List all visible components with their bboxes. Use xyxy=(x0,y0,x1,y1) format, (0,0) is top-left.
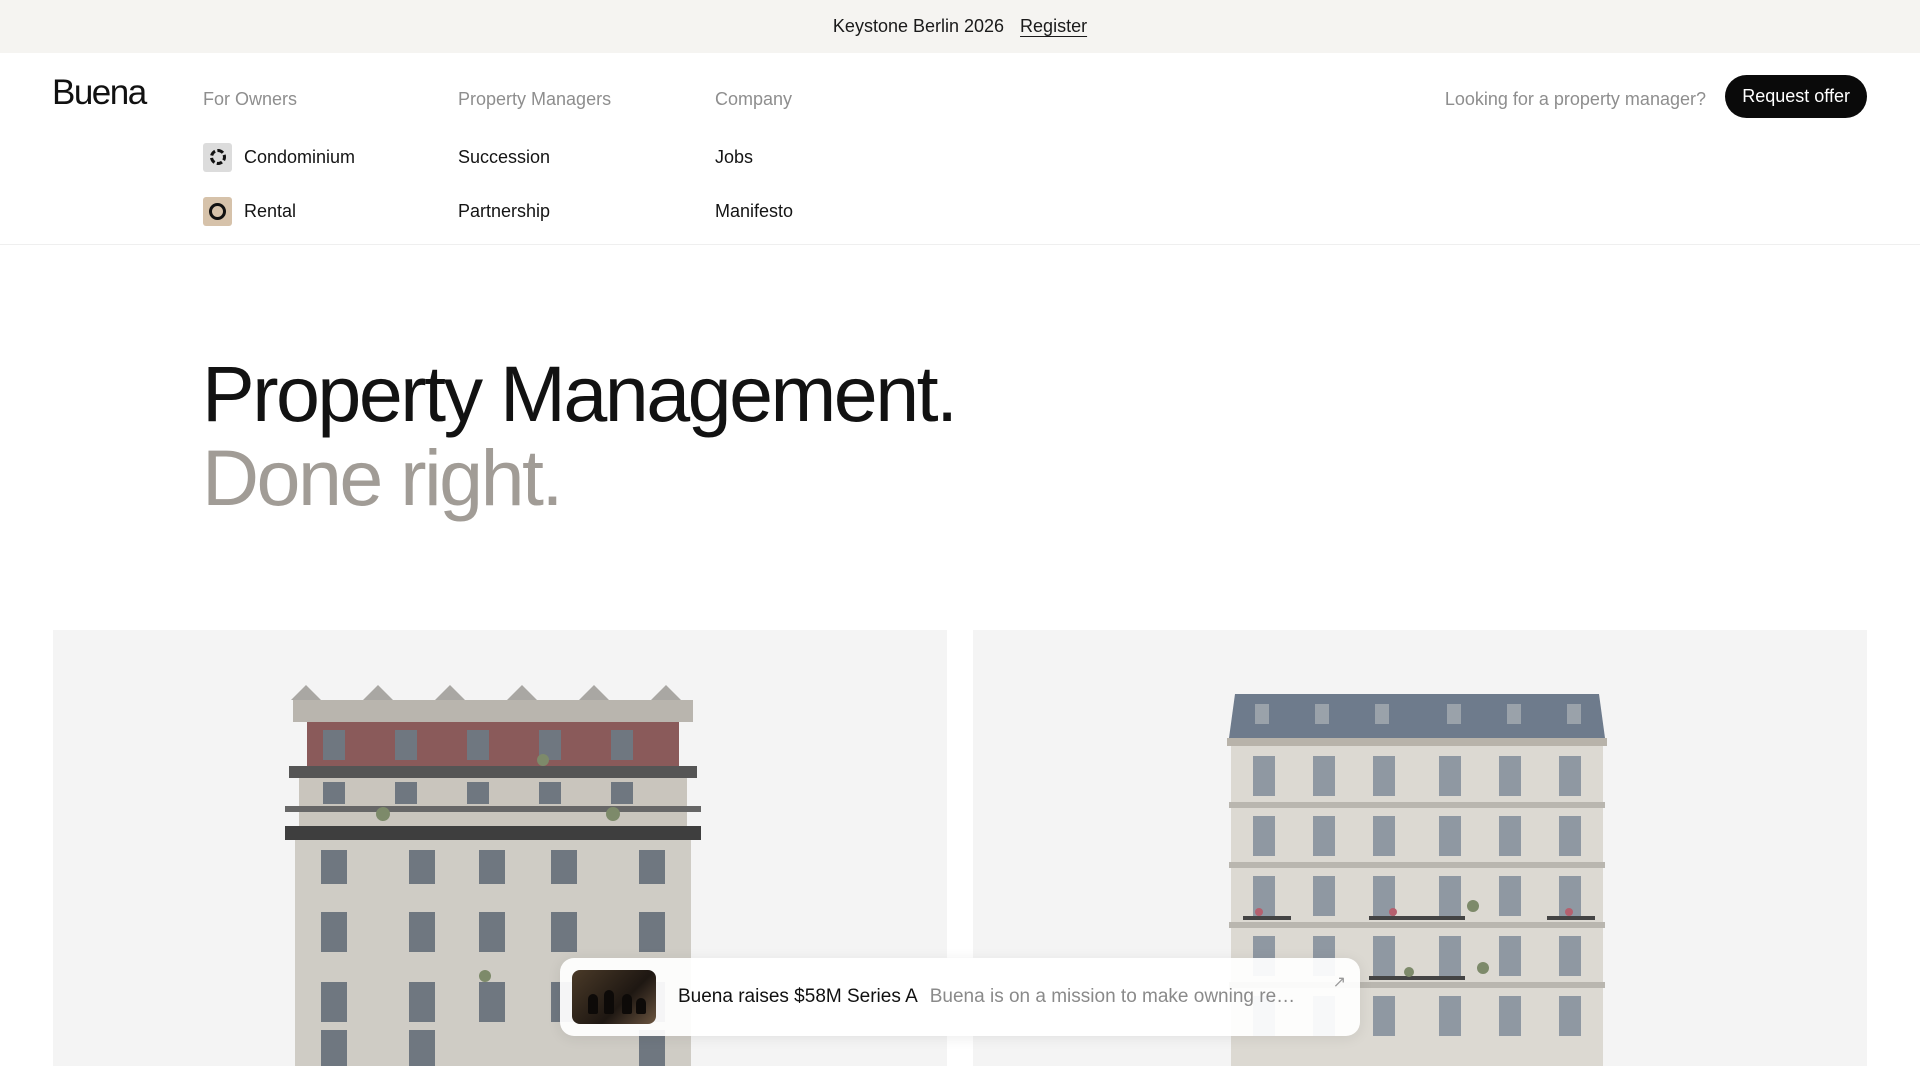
nav-heading-property-managers: Property Managers xyxy=(458,89,612,109)
hero-title: Property Management. xyxy=(202,349,958,438)
nav-heading-for-owners: For Owners xyxy=(203,89,298,109)
announcement-bar: Keystone Berlin 2026 Register xyxy=(0,0,1920,53)
news-title: Buena raises $58M Series A xyxy=(678,986,918,1007)
arrow-up-right-icon: ↗ xyxy=(1332,974,1346,991)
nav-item-partnership[interactable]: Partnership xyxy=(458,197,611,225)
news-thumbnail xyxy=(572,970,656,1024)
condominium-icon xyxy=(203,142,232,172)
request-offer-button[interactable]: Request offer xyxy=(1725,75,1867,118)
nav-column-for-owners: For Owners Condominium Rental xyxy=(203,85,356,226)
nav-item-label: Condominium xyxy=(244,147,356,167)
nav-item-jobs[interactable]: Jobs xyxy=(715,143,793,171)
nav-item-label: Jobs xyxy=(715,147,754,167)
find-property-manager-link[interactable]: Looking for a property manager? xyxy=(1445,85,1706,113)
nav-item-label: Rental xyxy=(244,201,297,221)
news-toast[interactable]: Buena raises $58M Series A Buena is on a… xyxy=(560,958,1360,1036)
hero-section: Property Management. Done right. xyxy=(202,349,958,522)
nav-column-company: Company Jobs Manifesto xyxy=(715,85,793,225)
buena-logo[interactable]: Buena xyxy=(52,73,147,113)
announcement-text: Keystone Berlin 2026 xyxy=(832,16,1005,36)
news-description: Buena is on a mission to make owning rea… xyxy=(929,986,1300,1007)
nav-item-label: Manifesto xyxy=(715,201,794,221)
main-navigation: Buena For Owners Condominium Rental Prop… xyxy=(0,53,1920,245)
nav-item-label: Succession xyxy=(458,147,551,167)
nav-item-succession[interactable]: Succession xyxy=(458,143,611,171)
nav-item-condominium[interactable]: Condominium xyxy=(203,142,356,172)
hero-subtitle: Done right. xyxy=(202,433,563,522)
nav-item-label: Partnership xyxy=(458,201,551,221)
nav-item-manifesto[interactable]: Manifesto xyxy=(715,197,793,225)
nav-column-property-managers: Property Managers Succession Partnership xyxy=(458,85,611,225)
rental-icon xyxy=(203,196,232,226)
register-link[interactable]: Register xyxy=(1020,16,1087,37)
nav-heading-company: Company xyxy=(715,89,793,109)
nav-item-rental[interactable]: Rental xyxy=(203,196,355,226)
